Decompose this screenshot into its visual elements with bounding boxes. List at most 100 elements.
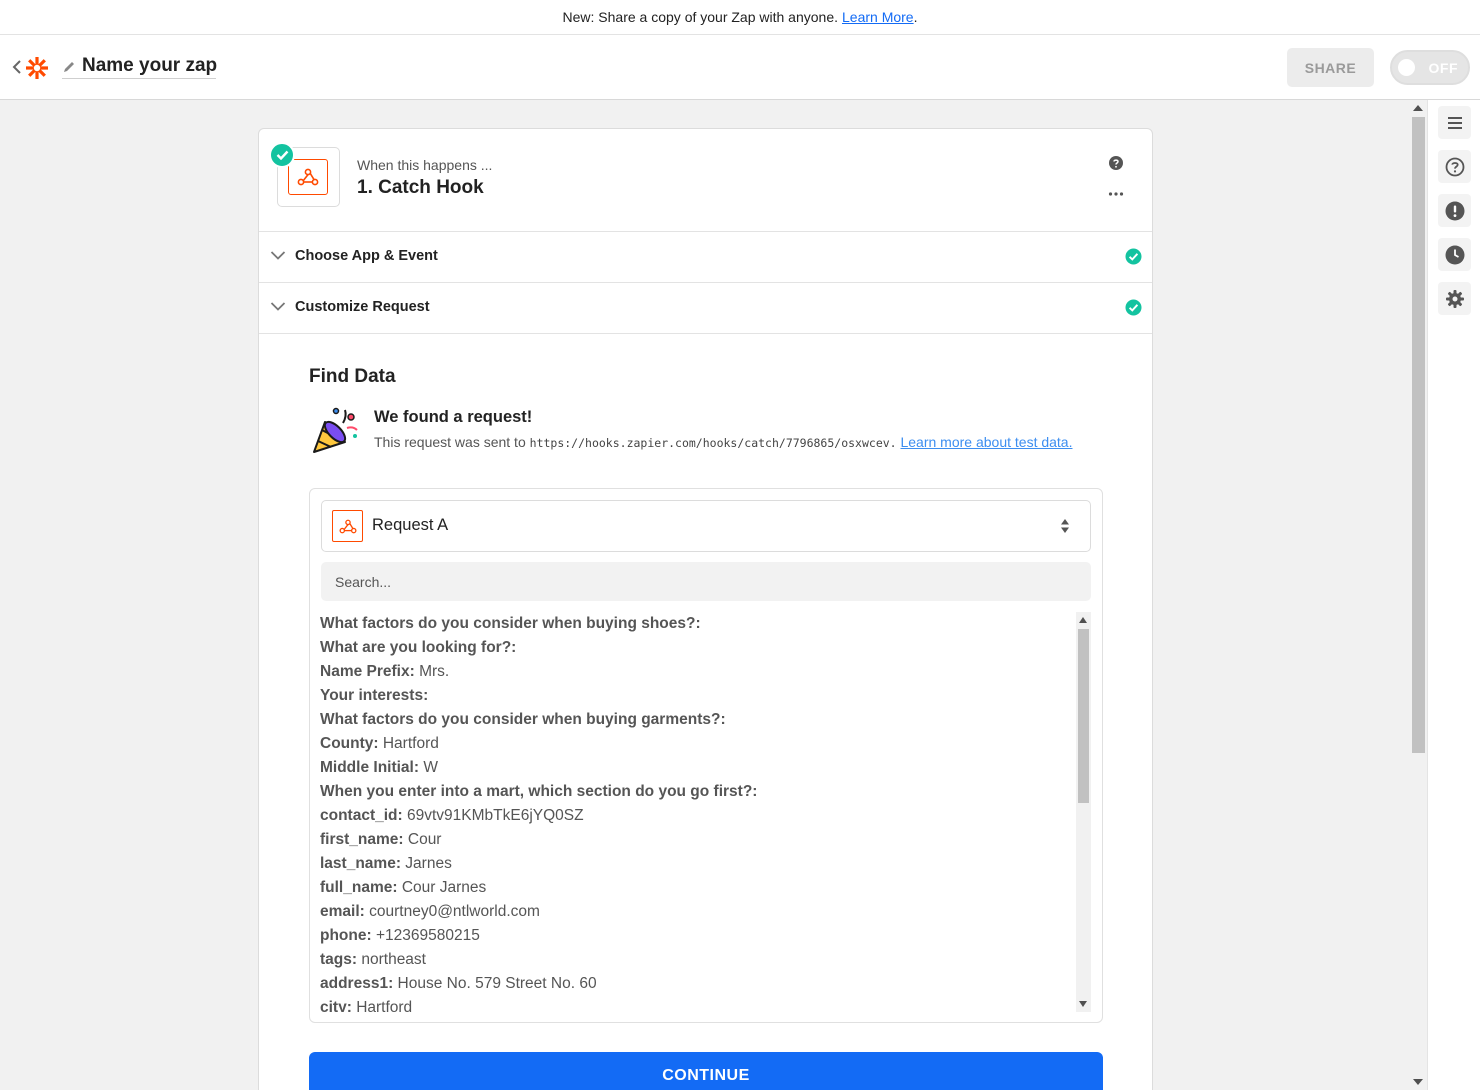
zapier-logo-icon[interactable] [25,56,49,80]
field-list-scrollbar[interactable] [1076,612,1091,1012]
edit-pencil-icon[interactable] [62,60,76,74]
field-key: last_name: [320,855,401,872]
list-icon [1447,116,1462,129]
webhook-url: https://hooks.zapier.com/hooks/catch/779… [529,436,897,450]
field-value: Hartford [356,999,413,1012]
field-key: What factors do you consider when buying… [320,615,701,632]
scroll-up-arrow[interactable] [1079,617,1087,623]
field-row: address1: House No. 579 Street No. 60 [320,972,1078,996]
scroll-thumb[interactable] [1078,629,1089,803]
chevron-down-icon [270,251,286,260]
webhook-icon [338,519,357,533]
search-input[interactable] [321,562,1091,601]
field-key: Your interests: [320,687,429,704]
field-row: full_name: Cour Jarnes [320,876,1078,900]
announcement-banner: New: Share a copy of your Zap with anyon… [0,0,1480,35]
section-label: Choose App & Event [295,248,438,264]
zap-on-off-toggle[interactable]: OFF [1390,50,1470,85]
field-key: Name Prefix: [320,663,415,680]
field-row: What factors do you consider when buying… [320,612,1078,636]
scroll-up-arrow[interactable] [1413,105,1423,111]
request-select-value: Request A [372,516,449,534]
request-select[interactable]: Request A [321,500,1091,552]
field-row: Your interests: [320,684,1078,708]
found-request-prefix: This request was sent to [374,434,526,450]
field-row: phone: +12369580215 [320,924,1078,948]
section-choose-app-event[interactable]: Choose App & Event [259,231,1152,282]
alert-icon [1445,201,1464,220]
history-button[interactable] [1438,238,1471,271]
field-value: Mrs. [419,663,450,680]
field-value: W [423,759,438,776]
field-key: Middle Initial: [320,759,420,776]
field-key: email: [320,903,365,920]
step-help-icon[interactable] [1109,156,1123,170]
step-title[interactable]: 1. Catch Hook [357,177,484,199]
field-row: city: Hartford [320,996,1078,1012]
share-button[interactable]: SHARE [1287,48,1374,87]
continue-button[interactable]: CONTINUE [309,1052,1103,1090]
field-row: tags: northeast [320,948,1078,972]
found-request-title: We found a request! [374,408,533,426]
field-row: last_name: Jarnes [320,852,1078,876]
scroll-down-arrow[interactable] [1413,1079,1423,1085]
field-row: County: Hartford [320,732,1078,756]
main-scrollbar[interactable] [1410,100,1427,1090]
outline-button[interactable] [1438,106,1471,139]
alerts-button[interactable] [1438,194,1471,227]
webhook-icon [297,168,319,186]
check-circle-icon [1125,248,1142,265]
party-popper-icon [313,407,358,453]
test-data-field-list: What factors do you consider when buying… [320,612,1078,1012]
editor-header: Name your zap SHARE OFF [0,35,1480,100]
webhook-icon-frame [288,159,328,195]
scroll-thumb[interactable] [1412,117,1425,753]
field-row: Middle Initial: W [320,756,1078,780]
field-key: tags: [320,951,358,968]
field-key: What are you looking for?: [320,639,517,656]
scroll-down-arrow[interactable] [1079,1001,1087,1007]
field-value: northeast [361,951,426,968]
field-row: email: courtney0@ntlworld.com [320,900,1078,924]
step-complete-check-icon [269,142,295,168]
back-chevron-icon[interactable] [11,59,25,75]
field-key: phone: [320,927,372,944]
step-card: When this happens ... 1. Catch Hook Choo… [258,128,1153,1090]
field-value: Cour [407,831,442,848]
webhook-icon-frame [332,510,363,542]
field-value: 69vtv91KMbTkE6jYQ0SZ [407,807,584,824]
step-trigger-label: When this happens ... [357,157,493,173]
check-circle-icon [1125,299,1142,316]
field-value: Hartford [382,735,439,752]
field-row: What factors do you consider when buying… [320,708,1078,732]
field-row: When you enter into a mart, which sectio… [320,780,1078,804]
field-row: contact_id: 69vtv91KMbTkE6jYQ0SZ [320,804,1078,828]
field-value: +12369580215 [375,927,480,944]
field-value: Cour Jarnes [401,879,487,896]
settings-button[interactable] [1438,282,1471,315]
field-key: contact_id: [320,807,403,824]
toggle-knob [1398,59,1415,76]
gear-icon [1445,289,1464,308]
field-key: When you enter into a mart, which sectio… [320,783,758,800]
field-row: first_name: Cour [320,828,1078,852]
section-divider [259,333,1152,334]
found-request-description: This request was sent to https://hooks.z… [374,431,1094,454]
help-button[interactable] [1438,150,1471,183]
field-key: County: [320,735,379,752]
field-key: address1: [320,975,394,992]
section-customize-request[interactable]: Customize Request [259,282,1152,333]
field-row: Name Prefix: Mrs. [320,660,1078,684]
test-data-panel: Request A What factors do you consider w… [309,488,1103,1023]
field-key: full_name: [320,879,398,896]
zap-name-underline [62,78,216,79]
field-value: courtney0@ntlworld.com [369,903,540,920]
banner-learn-more-link[interactable]: Learn More [842,9,914,25]
question-circle-icon [1445,157,1464,176]
learn-more-test-data-link[interactable]: Learn more about test data. [900,434,1072,450]
step-more-options-icon[interactable] [1108,191,1124,197]
field-value: Jarnes [405,855,452,872]
zap-name-input[interactable]: Name your zap [82,55,217,79]
section-label: Customize Request [295,299,430,315]
field-value: House No. 579 Street No. 60 [397,975,597,992]
